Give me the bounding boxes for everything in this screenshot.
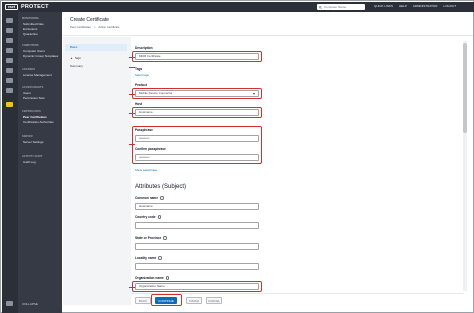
certificate-form <box>131 37 464 293</box>
app-window: eset PROTECT Computer Name QUICK LINKS H… <box>0 0 474 313</box>
nav-item-computer-users[interactable]: Computer Users <box>23 49 45 53</box>
nav-item-audit-log[interactable]: Audit Log <box>23 160 36 164</box>
highlight-box <box>132 281 262 292</box>
help-icon[interactable] <box>163 236 167 240</box>
country-code-input[interactable] <box>135 222 259 229</box>
organization-label-text: Organization name <box>135 276 164 280</box>
locality-label-text: Locality name <box>135 256 157 260</box>
notifications-icon[interactable] <box>6 88 13 93</box>
search-icon <box>319 5 322 9</box>
highlight-connector <box>129 67 135 68</box>
attributes-section-title: Attributes (Subject) <box>135 184 187 190</box>
help-icon[interactable] <box>157 215 162 219</box>
policies-icon[interactable] <box>6 78 13 83</box>
country-code-label-text: Country code <box>135 215 156 219</box>
user-menu[interactable]: ADMINISTRATOR <box>413 4 438 8</box>
highlight-box <box>132 107 262 118</box>
nav-group-monitoring: MONITORING <box>22 17 39 20</box>
tasks-icon[interactable] <box>6 58 13 63</box>
breadcrumb-current: Action Certificate <box>98 25 120 29</box>
product-name: PROTECT <box>21 4 49 10</box>
nav-item-submitted-files[interactable]: Submitted Files <box>23 22 44 26</box>
nav-group-licenses: LICENSES <box>22 68 35 71</box>
more-icon[interactable] <box>6 102 13 107</box>
highlight-connector <box>129 57 135 58</box>
scrollbar-thumb[interactable] <box>463 43 467 133</box>
country-code-label: Country code <box>135 215 162 219</box>
nav-item-license-management[interactable]: License Management <box>23 73 52 77</box>
common-name-label: Common name <box>135 196 164 200</box>
common-name-input[interactable]: Hostname <box>135 203 259 210</box>
state-input[interactable] <box>135 243 259 250</box>
nav-item-peer-certificates[interactable]: Peer Certificates <box>23 115 47 119</box>
select-tags-link[interactable]: Select tags <box>135 73 149 77</box>
collapse-label[interactable]: COLLAPSE <box>22 302 38 306</box>
help-menu[interactable]: HELP <box>399 4 407 8</box>
locality-input[interactable] <box>135 263 259 270</box>
breadcrumb-separator: > <box>93 25 96 29</box>
state-label: State or Province <box>135 236 167 240</box>
highlight-connector <box>129 113 135 114</box>
nav-group-certificates: CERTIFICATES <box>22 110 41 113</box>
highlight-connector <box>129 144 135 145</box>
finish-button[interactable]: FINISH <box>186 297 202 304</box>
detections-icon[interactable] <box>6 38 13 43</box>
nav-group-server: SERVER <box>22 135 33 138</box>
computer-search-input[interactable]: Computer Name <box>317 4 365 10</box>
icon-sidebar <box>2 12 18 313</box>
highlight-box <box>132 88 262 99</box>
nav-item-dynamic-group-templates[interactable]: Dynamic Group Templates <box>23 54 58 58</box>
step-basic[interactable]: Basic <box>65 44 127 51</box>
step-sign-label: Sign <box>74 56 81 60</box>
highlight-box <box>151 294 182 306</box>
step-sign[interactable]: ▲ Sign <box>70 56 81 60</box>
search-placeholder: Computer Name <box>324 5 347 9</box>
help-icon[interactable] <box>160 196 164 200</box>
help-icon[interactable] <box>165 276 170 280</box>
warning-icon: ▲ <box>70 56 73 60</box>
tags-label: Tags <box>135 67 143 71</box>
highlight-box <box>132 126 262 164</box>
nav-item-permission-sets[interactable]: Permission Sets <box>23 96 45 100</box>
reports-icon[interactable] <box>6 48 13 53</box>
nav-item-quarantine[interactable]: Quarantine <box>23 32 38 36</box>
nav-group-computers: COMPUTERS <box>22 44 39 47</box>
nav-item-certification-authorities[interactable]: Certification Authorities <box>23 120 54 124</box>
installers-icon[interactable] <box>6 68 13 73</box>
page-title: Create Certificate <box>70 17 109 23</box>
highlight-box <box>132 51 262 62</box>
locality-label: Locality name <box>135 256 162 260</box>
computers-icon[interactable] <box>6 28 13 33</box>
nav-item-exclusions[interactable]: Exclusions <box>23 27 37 31</box>
show-passphrase-link[interactable]: Show passphrase <box>135 168 157 172</box>
nav-group-access-rights: ACCESS RIGHTS <box>22 86 44 89</box>
common-name-label-text: Common name <box>135 196 159 200</box>
more-nav-panel: MONITORING Submitted Files Exclusions Qu… <box>18 12 62 313</box>
organization-label: Organization name <box>135 276 170 280</box>
nav-group-activity-audit: ACTIVITY AUDIT <box>22 155 43 158</box>
product-label: Product <box>135 83 148 87</box>
cancel-button[interactable]: CANCEL <box>206 297 222 304</box>
top-bar: eset PROTECT Computer Name QUICK LINKS H… <box>2 2 474 12</box>
collapse-icon[interactable] <box>6 301 13 306</box>
breadcrumb-peer-certificates[interactable]: Peer Certificates <box>70 25 91 29</box>
nav-item-server-settings[interactable]: Server Settings <box>23 140 44 144</box>
help-icon[interactable] <box>158 256 162 260</box>
breadcrumb: Peer Certificates > Action Certificate <box>70 25 119 29</box>
host-label: Host <box>135 102 143 106</box>
highlight-connector <box>129 287 135 288</box>
page-header: Create Certificate Peer Certificates > A… <box>63 12 473 36</box>
nav-item-users[interactable]: Users <box>23 91 31 95</box>
eset-logo: eset <box>5 4 18 10</box>
logout-link[interactable]: LOGOUT <box>443 4 456 8</box>
scrollbar[interactable] <box>463 41 467 291</box>
state-label-text: State or Province <box>135 236 162 240</box>
step-summary[interactable]: Summary <box>70 64 83 68</box>
description-label: Description <box>135 46 153 50</box>
dashboard-icon[interactable] <box>6 18 13 23</box>
highlight-connector <box>129 94 135 95</box>
back-button[interactable]: BACK <box>135 297 151 304</box>
wizard-steps: Basic ▲ Sign Summary <box>63 37 131 305</box>
quick-links-menu[interactable]: QUICK LINKS <box>374 4 393 8</box>
